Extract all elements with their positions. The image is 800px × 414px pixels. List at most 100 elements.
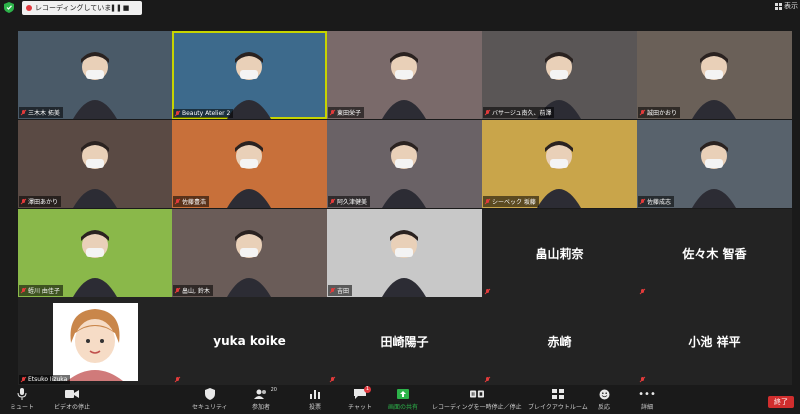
recording-indicator[interactable]: レコーディングしています... ❚❚ ■ [22,1,142,15]
security-button[interactable]: セキュリティ [192,388,228,411]
security-label: セキュリティ [192,404,228,411]
breakout-rooms-icon [551,388,565,400]
muted-mic-icon [175,287,180,294]
chat-button[interactable]: 1 チャット [348,386,372,411]
participant-name: 阿久津健美 [337,199,368,206]
reactions-label: 反応 [597,404,610,411]
polls-button[interactable]: 投票 [308,388,322,411]
participant-name: 佐藤成志 [647,199,672,206]
participant-tile[interactable]: 田崎陽子 [327,297,482,385]
participant-name-tag: 佐藤成志 [638,196,675,207]
stop-video-button[interactable]: ビデオの停止 [54,388,90,411]
participant-video [692,49,736,119]
participant-video [73,49,117,119]
video-label: ビデオの停止 [54,404,91,411]
participant-name-tag: 畠山, 鈴木 [173,285,213,296]
view-button[interactable]: 表示 [775,1,798,11]
participant-tile[interactable]: 赤崎 [482,297,637,385]
participant-tile[interactable]: 吉田 [327,209,482,297]
participant-name-tag: Etsuko Iizuka [19,375,71,384]
more-button[interactable]: ••• 詳細 [638,388,656,412]
participant-tile[interactable]: 佐々木 智香 [637,209,792,297]
recording-control-button[interactable]: レコーディングを一時停止／停止 [432,388,522,411]
participant-video [382,138,426,208]
video-camera-icon [65,388,79,400]
grid-view-icon [775,2,782,10]
participants-label: 参加者 [252,404,271,411]
chat-badge: 1 [363,386,371,393]
view-label: 表示 [784,2,798,10]
participant-video [227,138,271,208]
participant-tile[interactable]: Etsuko Iizuka [18,297,173,385]
participant-tile[interactable]: 東田栄子 [327,31,482,119]
participant-display-name: 赤崎 [547,334,572,349]
participant-name-tag: 佐藤豊浩 [173,196,210,207]
participant-name-tag: Beauty Atelier 2 [173,109,234,118]
participant-video [227,49,271,119]
participant-name-tag: 澤田あかり [19,196,62,207]
participant-tile[interactable]: 蛭川 由佳子 [18,209,173,297]
top-bar: レコーディングしています... ❚❚ ■ 表示 [0,0,800,16]
muted-mic-icon [21,287,26,294]
participant-display-name: 田崎陽子 [380,334,429,349]
participant-tile[interactable]: Beauty Atelier 2 [172,31,327,119]
shield-icon [203,388,217,400]
muted-mic-icon [485,377,490,383]
participant-tile[interactable]: 畠山, 鈴木 [172,209,327,297]
participant-tile[interactable]: 佐藤豊浩 [172,120,327,208]
muted-mic-icon [640,377,645,383]
participant-tile[interactable]: 誠田かおり [637,31,792,119]
participant-mute-indicator [638,376,648,384]
more-dots-icon: ••• [638,388,656,400]
security-shield-icon [4,2,14,13]
participant-name-tag: 誠田かおり [638,107,681,118]
mute-label: ミュート [10,404,35,411]
participant-tile[interactable]: 三木木 拓美 [18,31,173,119]
participant-video [537,138,581,208]
participant-video [73,138,117,208]
participant-mute-indicator [638,288,648,296]
participant-tile[interactable]: 阿久津健美 [327,120,482,208]
participant-tile[interactable]: シーベック 坂藤 [482,120,637,208]
muted-mic-icon [640,109,645,116]
end-meeting-button[interactable]: 終了 [768,396,794,408]
participant-display-name: 佐々木 智香 [682,246,747,261]
participant-tile[interactable]: 小池 祥平 [637,297,792,385]
participant-video [227,227,271,297]
participant-name-tag: バサージュ南久、前澤 [483,107,555,118]
participant-display-name: 小池 祥平 [688,334,741,349]
muted-mic-icon [175,377,180,383]
avatar-illustration [53,303,138,381]
pause-recording-icon[interactable]: ❚❚ [110,3,122,13]
participant-name-tag: シーベック 坂藤 [483,196,539,207]
stop-recording-icon[interactable]: ■ [121,3,131,13]
participant-tile[interactable]: 畠山莉奈 [482,209,637,297]
more-label: 詳細 [640,404,653,411]
chat-label: チャット [348,404,372,411]
participants-icon: 20 [254,387,277,400]
participant-tile[interactable]: 澤田あかり [18,120,173,208]
participant-mute-indicator [483,376,493,384]
participant-mute-indicator [173,376,183,384]
participant-name: シーベック 坂藤 [492,199,536,206]
muted-mic-icon [485,289,490,295]
recording-label: レコーディングを一時停止／停止 [432,404,522,411]
participant-tile[interactable]: 佐藤成志 [637,120,792,208]
participant-tile[interactable]: yuka koike [172,297,327,385]
muted-mic-icon [330,377,335,383]
participant-tile[interactable]: バサージュ南久、前澤 [482,31,637,119]
mute-button[interactable]: ミュート [10,388,34,411]
participant-name-tag: 蛭川 由佳子 [19,285,63,296]
participant-name-tag: 三木木 拓美 [19,107,63,118]
reactions-button[interactable]: 反応 [597,388,611,411]
participant-name: バサージュ南久、前澤 [492,110,552,117]
participants-count: 20 [270,387,277,393]
muted-mic-icon [175,198,180,205]
share-screen-button[interactable]: 画面の共有 [388,388,418,411]
pause-stop-icon [469,388,484,400]
participant-name: Etsuko Iizuka [28,376,68,383]
participant-name: 東田栄子 [337,110,362,117]
microphone-icon [15,388,29,400]
participants-button[interactable]: 20 参加者 [252,387,277,411]
breakout-rooms-button[interactable]: ブレイクアウトルーム [528,388,588,411]
